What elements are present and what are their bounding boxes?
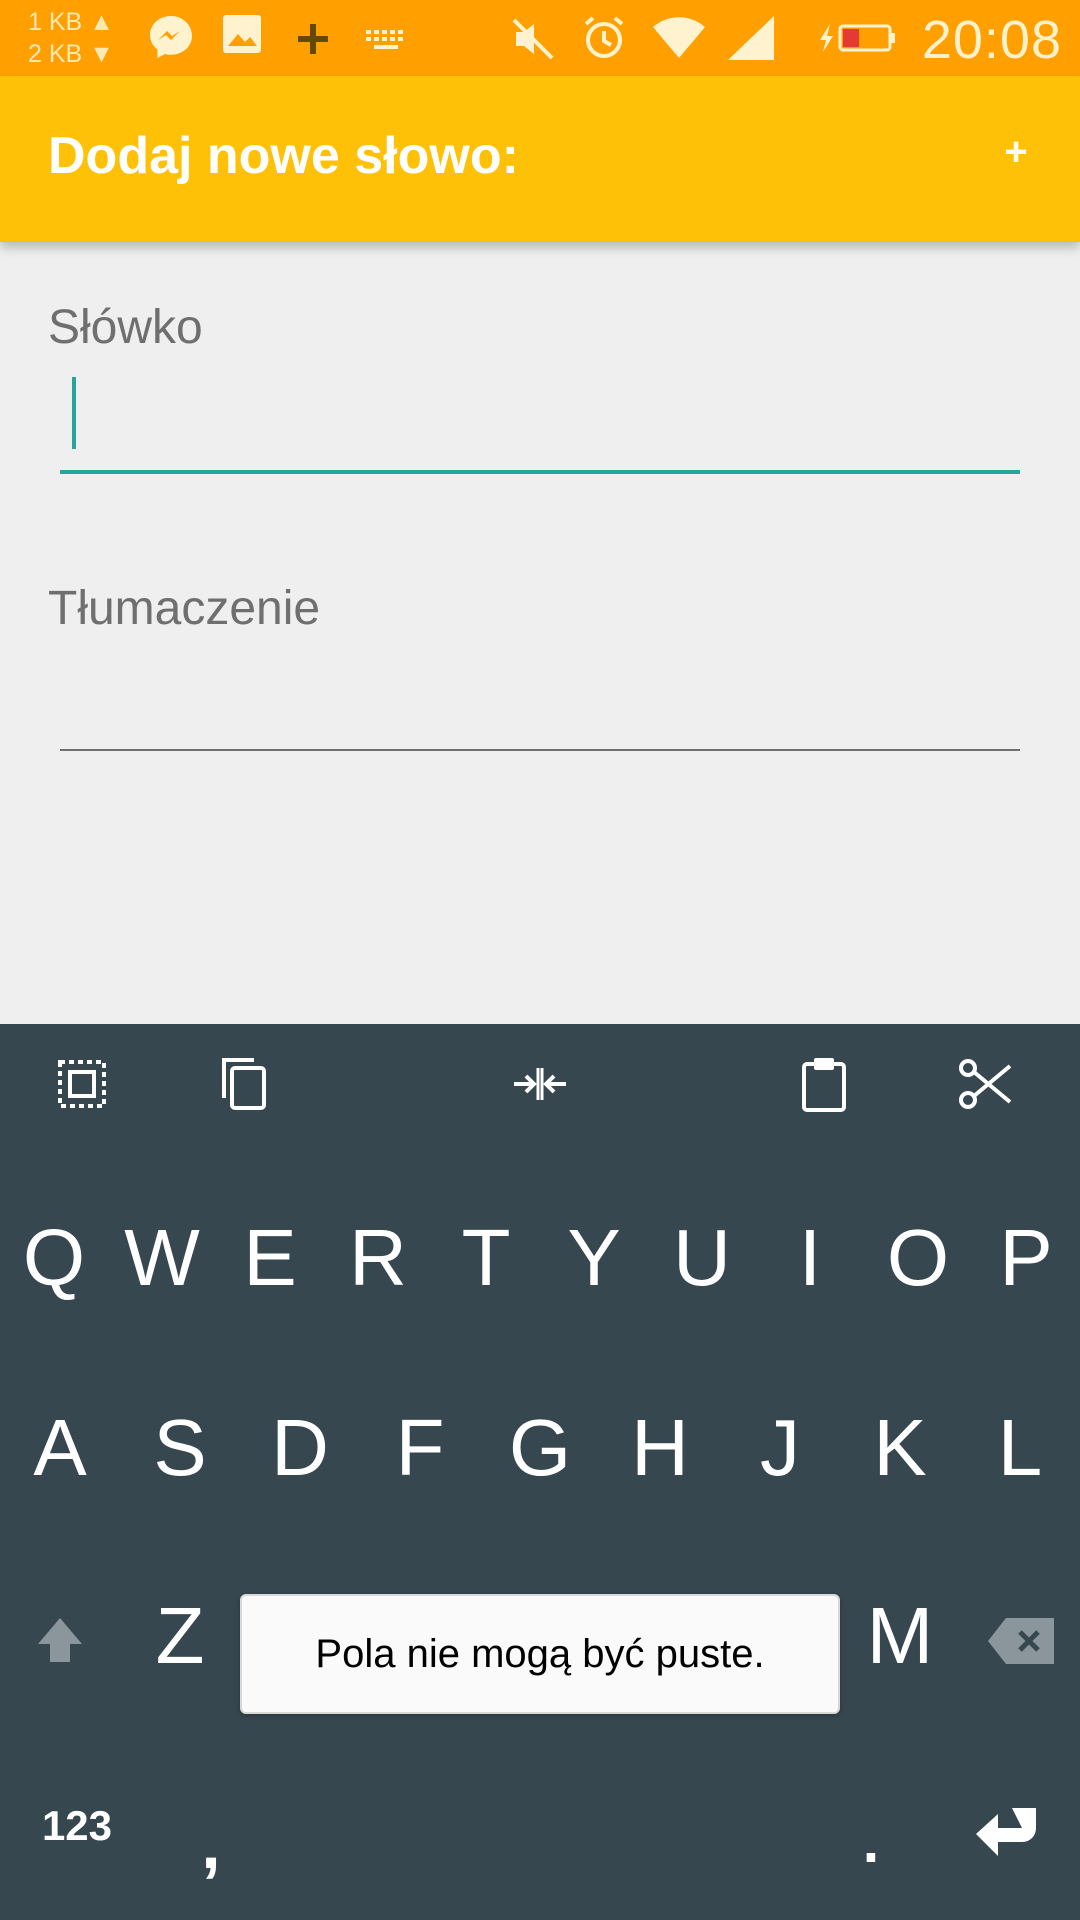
select-all-icon[interactable] bbox=[52, 1054, 112, 1114]
key-z[interactable]: Z bbox=[126, 1586, 234, 1686]
word-label: Słówko bbox=[48, 301, 203, 354]
key-d[interactable]: D bbox=[246, 1398, 354, 1498]
key-g[interactable]: G bbox=[486, 1398, 594, 1498]
cut-icon[interactable] bbox=[956, 1054, 1016, 1114]
battery-charging-icon bbox=[820, 24, 895, 52]
keyboard: Q W E R T Y U I O P A S D F G H J K L Z … bbox=[0, 1024, 1080, 1920]
translation-label: Tłumaczenie bbox=[48, 582, 321, 635]
key-t[interactable]: T bbox=[432, 1208, 540, 1308]
key-j[interactable]: J bbox=[726, 1398, 834, 1498]
key-f[interactable]: F bbox=[366, 1398, 474, 1498]
text-cursor bbox=[72, 377, 76, 449]
add-word-button[interactable]: + bbox=[996, 132, 1036, 172]
key-p[interactable]: P bbox=[972, 1208, 1080, 1308]
space-key[interactable] bbox=[300, 1784, 780, 1884]
key-r[interactable]: R bbox=[324, 1208, 432, 1308]
period-key[interactable]: . bbox=[816, 1792, 926, 1892]
download-speed: 2 KB ▼ bbox=[28, 40, 114, 68]
key-e[interactable]: E bbox=[216, 1208, 324, 1308]
upload-speed: 1 KB ▲ bbox=[28, 8, 114, 36]
wifi-icon bbox=[653, 17, 705, 58]
word-input-underline bbox=[60, 470, 1020, 474]
key-o[interactable]: O bbox=[864, 1208, 972, 1308]
network-speed: 1 KB ▲ 2 KB ▼ bbox=[28, 6, 114, 70]
keyboard-icon bbox=[366, 30, 403, 49]
key-a[interactable]: A bbox=[6, 1398, 114, 1498]
key-l[interactable]: L bbox=[966, 1398, 1074, 1498]
key-h[interactable]: H bbox=[606, 1398, 714, 1498]
key-w[interactable]: W bbox=[108, 1208, 216, 1308]
word-input[interactable] bbox=[60, 370, 1024, 462]
toast-message: Pola nie mogą być puste. bbox=[240, 1594, 840, 1714]
translation-input-underline bbox=[60, 749, 1020, 751]
key-y[interactable]: Y bbox=[540, 1208, 648, 1308]
comma-key[interactable]: , bbox=[156, 1794, 266, 1894]
key-i[interactable]: I bbox=[756, 1208, 864, 1308]
image-icon bbox=[223, 15, 261, 53]
shift-key[interactable] bbox=[34, 1614, 86, 1666]
paste-icon[interactable] bbox=[794, 1054, 854, 1114]
messenger-icon bbox=[150, 16, 192, 58]
app-bar: Dodaj nowe słowo: + bbox=[0, 76, 1080, 242]
copy-icon[interactable] bbox=[214, 1054, 274, 1114]
key-k[interactable]: K bbox=[846, 1398, 954, 1498]
key-m[interactable]: M bbox=[846, 1586, 954, 1686]
symbols-key[interactable]: 123 bbox=[22, 1776, 132, 1876]
key-s[interactable]: S bbox=[126, 1398, 234, 1498]
status-bar: 1 KB ▲ 2 KB ▼ 20:08 bbox=[0, 0, 1080, 76]
expand-selection-icon[interactable] bbox=[510, 1054, 570, 1114]
signal-icon bbox=[728, 16, 774, 60]
backspace-key[interactable] bbox=[986, 1616, 1056, 1666]
alarm-icon bbox=[584, 16, 624, 58]
mute-icon bbox=[512, 18, 554, 60]
clock: 20:08 bbox=[921, 10, 1062, 70]
enter-key[interactable] bbox=[972, 1804, 1042, 1860]
key-u[interactable]: U bbox=[648, 1208, 756, 1308]
translation-input[interactable] bbox=[60, 650, 1024, 742]
key-q[interactable]: Q bbox=[0, 1208, 108, 1308]
page-title: Dodaj nowe słowo: bbox=[48, 127, 519, 185]
plus-icon bbox=[298, 24, 328, 54]
